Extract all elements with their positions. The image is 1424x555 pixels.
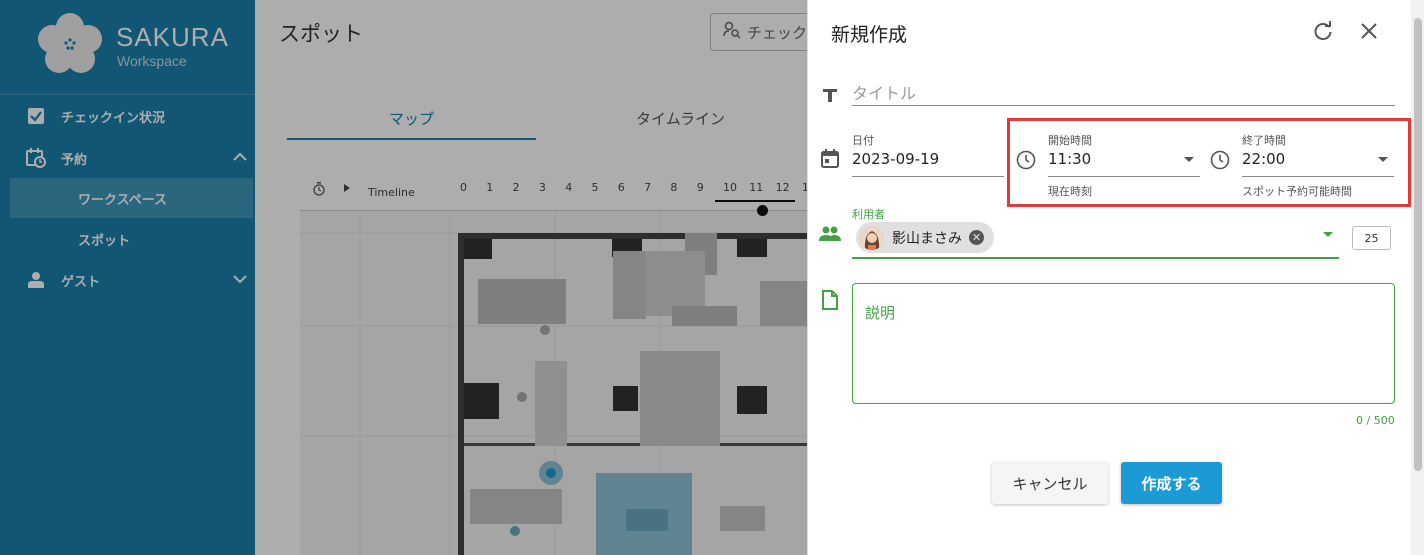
close-icon[interactable] (1356, 18, 1382, 44)
user-chip[interactable]: 影山まさみ ✕ (856, 222, 994, 253)
people-icon (819, 223, 841, 245)
char-counter: 0 / 500 (1356, 414, 1395, 427)
dialog-title: 新規作成 (831, 24, 908, 46)
date-label: 日付 (852, 134, 874, 147)
user-chip-name: 影山まさみ (892, 230, 962, 247)
scrollbar-thumb[interactable] (1414, 18, 1422, 471)
new-reservation-dialog: 新規作成 日付 2023-09-19 開始時間 11:30 現在時刻 終了時間 … (807, 0, 1424, 555)
note-icon (819, 289, 841, 311)
user-dropdown-icon[interactable] (1323, 232, 1333, 237)
date-underline (852, 176, 1004, 177)
title-input[interactable] (852, 82, 1395, 106)
cancel-button[interactable]: キャンセル (992, 462, 1108, 504)
date-field[interactable]: 2023-09-19 (852, 150, 939, 168)
user-label: 利用者 (852, 208, 885, 221)
highlight-box (1007, 118, 1411, 207)
scrollbar[interactable] (1411, 0, 1424, 555)
text-title-icon (819, 84, 841, 106)
avatar (860, 225, 884, 250)
description-textarea[interactable]: 説明 (852, 283, 1395, 404)
refresh-icon[interactable] (1310, 18, 1336, 44)
create-button[interactable]: 作成する (1121, 462, 1222, 504)
modal-backdrop[interactable] (0, 0, 807, 555)
description-label: 説明 (865, 304, 896, 322)
calendar-icon (819, 148, 841, 170)
user-count-badge: 25 (1352, 226, 1391, 250)
remove-chip-icon[interactable]: ✕ (969, 230, 984, 245)
user-field-underline (852, 257, 1339, 259)
